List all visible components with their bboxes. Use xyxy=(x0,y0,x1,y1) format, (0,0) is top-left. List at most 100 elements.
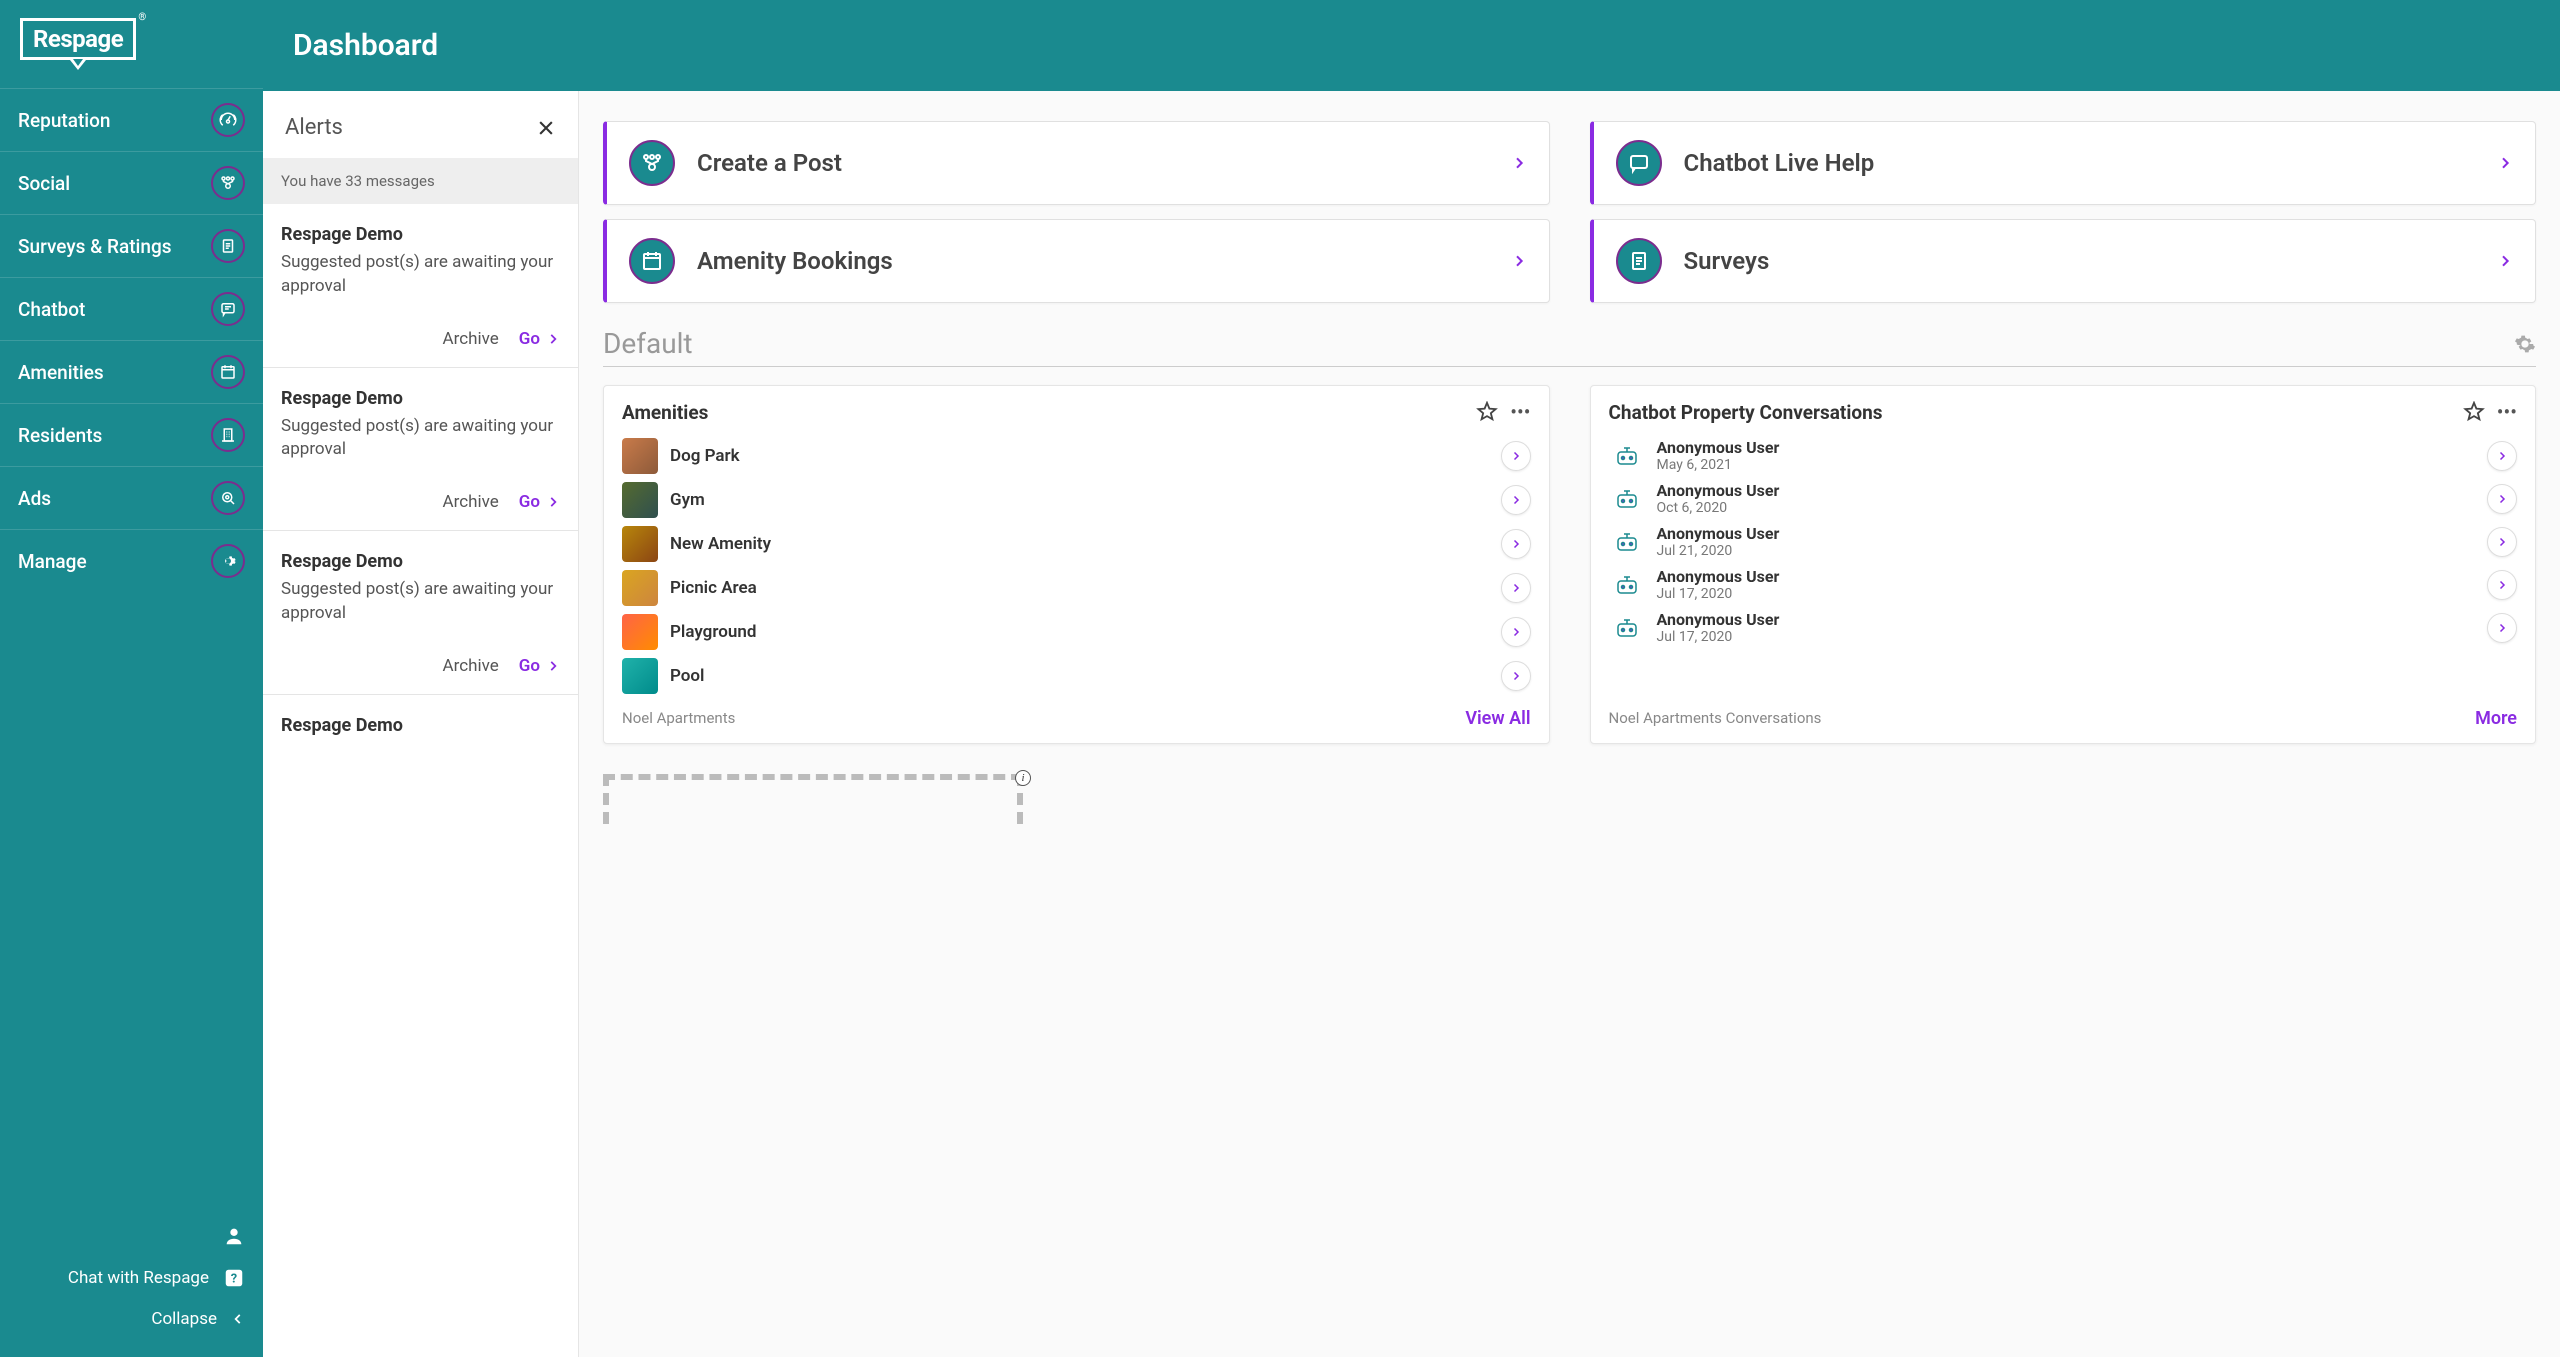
chevron-right-icon xyxy=(546,495,560,509)
amenity-name: New Amenity xyxy=(670,534,1489,554)
more-icon[interactable]: ••• xyxy=(1510,400,1530,424)
chevron-right-icon xyxy=(1511,253,1527,269)
sidebar-item-chatbot[interactable]: Chatbot xyxy=(0,277,263,340)
chat-icon xyxy=(211,292,245,326)
alert-title: Respage Demo xyxy=(281,224,560,245)
nav-label: Amenities xyxy=(18,361,104,384)
alert-body: Suggested post(s) are awaiting your appr… xyxy=(281,251,560,299)
alert-title: Respage Demo xyxy=(281,551,560,572)
conv-date: Jul 17, 2020 xyxy=(1657,586,2476,602)
chevron-right-icon[interactable] xyxy=(2487,441,2517,471)
amenity-row[interactable]: Pool xyxy=(622,654,1531,698)
go-button[interactable]: Go xyxy=(519,329,560,349)
quick-amenity-bookings[interactable]: Amenity Bookings xyxy=(603,219,1550,303)
conversation-row[interactable]: Anonymous UserJul 17, 2020 xyxy=(1609,606,2518,649)
view-all-button[interactable]: View All xyxy=(1465,708,1530,729)
sidebar-item-residents[interactable]: Residents xyxy=(0,403,263,466)
conversation-row[interactable]: Anonymous UserOct 6, 2020 xyxy=(1609,477,2518,520)
amenities-widget: Amenities ••• Dog Park Gym New Amenity P… xyxy=(603,385,1550,744)
robot-icon xyxy=(1609,528,1645,556)
nav-label: Ads xyxy=(18,487,51,510)
conv-date: Jul 17, 2020 xyxy=(1657,629,2476,645)
quick-surveys[interactable]: Surveys xyxy=(1590,219,2537,303)
network-icon xyxy=(629,140,675,186)
archive-button[interactable]: Archive xyxy=(443,656,499,676)
go-button[interactable]: Go xyxy=(519,656,560,676)
brand-name: Respage xyxy=(20,18,136,60)
close-icon[interactable] xyxy=(536,118,556,138)
chevron-right-icon[interactable] xyxy=(2487,613,2517,643)
chevron-right-icon xyxy=(2497,253,2513,269)
chevron-right-icon[interactable] xyxy=(2487,570,2517,600)
amenity-thumb xyxy=(622,482,658,518)
clipboard-icon xyxy=(1616,238,1662,284)
amenity-row[interactable]: Dog Park xyxy=(622,434,1531,478)
user-icon-row[interactable] xyxy=(18,1215,245,1257)
sidebar-item-reputation[interactable]: Reputation xyxy=(0,88,263,151)
clipboard-icon xyxy=(211,229,245,263)
nav: Reputation Social Surveys & Ratings Chat… xyxy=(0,88,263,1205)
amenity-row[interactable]: New Amenity xyxy=(622,522,1531,566)
chevron-right-icon[interactable] xyxy=(1501,573,1531,603)
archive-button[interactable]: Archive xyxy=(443,492,499,512)
quick-label: Amenity Bookings xyxy=(697,247,1489,275)
more-icon[interactable]: ••• xyxy=(2497,400,2517,424)
chevron-right-icon[interactable] xyxy=(1501,529,1531,559)
conversation-row[interactable]: Anonymous UserJul 21, 2020 xyxy=(1609,520,2518,563)
widget-title: Chatbot Property Conversations xyxy=(1609,401,2451,424)
more-button[interactable]: More xyxy=(2475,708,2517,729)
chevron-right-icon[interactable] xyxy=(2487,484,2517,514)
chevron-right-icon[interactable] xyxy=(1501,617,1531,647)
sidebar-item-amenities[interactable]: Amenities xyxy=(0,340,263,403)
conversation-row[interactable]: Anonymous UserMay 6, 2021 xyxy=(1609,434,2518,477)
alerts-title: Alerts xyxy=(285,115,343,140)
collapse-sidebar[interactable]: Collapse xyxy=(18,1299,245,1339)
star-icon[interactable] xyxy=(1476,401,1498,423)
amenity-name: Picnic Area xyxy=(670,578,1489,598)
sidebar-item-surveys[interactable]: Surveys & Ratings xyxy=(0,214,263,277)
chevron-right-icon[interactable] xyxy=(1501,485,1531,515)
settings-icon[interactable] xyxy=(2514,333,2536,355)
conv-name: Anonymous User xyxy=(1657,524,2476,543)
go-button[interactable]: Go xyxy=(519,492,560,512)
amenity-row[interactable]: Gym xyxy=(622,478,1531,522)
amenity-thumb xyxy=(622,570,658,606)
amenity-row[interactable]: Picnic Area xyxy=(622,566,1531,610)
alerts-panel: Alerts You have 33 messages Respage Demo… xyxy=(263,91,579,1357)
robot-icon xyxy=(1609,442,1645,470)
archive-button[interactable]: Archive xyxy=(443,329,499,349)
amenity-name: Gym xyxy=(670,490,1489,510)
page-title: Dashboard xyxy=(263,0,2560,91)
alerts-subheader: You have 33 messages xyxy=(263,158,578,204)
amenity-row[interactable]: Playground xyxy=(622,610,1531,654)
widget-footer-text: Noel Apartments Conversations xyxy=(1609,709,1822,729)
chat-label: Chat with Respage xyxy=(68,1268,209,1288)
chevron-right-icon[interactable] xyxy=(1501,661,1531,691)
calendar-icon xyxy=(211,355,245,389)
add-widget-placeholder[interactable]: i xyxy=(603,774,1023,824)
chevron-right-icon xyxy=(546,332,560,346)
quick-create-post[interactable]: Create a Post xyxy=(603,121,1550,205)
info-icon[interactable]: i xyxy=(1015,770,1031,786)
alert-body: Suggested post(s) are awaiting your appr… xyxy=(281,415,560,463)
help-icon: ? xyxy=(223,1267,245,1289)
sidebar-item-social[interactable]: Social xyxy=(0,151,263,214)
logo[interactable]: Respage ® xyxy=(0,0,263,88)
chevron-right-icon[interactable] xyxy=(1501,441,1531,471)
building-icon xyxy=(211,418,245,452)
amenity-name: Dog Park xyxy=(670,446,1489,466)
network-icon xyxy=(211,166,245,200)
sidebar-item-ads[interactable]: Ads xyxy=(0,466,263,529)
nav-label: Residents xyxy=(18,424,102,447)
robot-icon xyxy=(1609,614,1645,642)
quick-chatbot-help[interactable]: Chatbot Live Help xyxy=(1590,121,2537,205)
widget-footer-text: Noel Apartments xyxy=(622,709,735,729)
conversation-row[interactable]: Anonymous UserJul 17, 2020 xyxy=(1609,563,2518,606)
star-icon[interactable] xyxy=(2463,401,2485,423)
user-icon xyxy=(223,1225,245,1247)
sidebar-item-manage[interactable]: Manage xyxy=(0,529,263,592)
alert-item: Respage Demo Suggested post(s) are await… xyxy=(263,204,578,368)
chat-with-respage[interactable]: Chat with Respage ? xyxy=(18,1257,245,1299)
conv-name: Anonymous User xyxy=(1657,481,2476,500)
chevron-right-icon[interactable] xyxy=(2487,527,2517,557)
